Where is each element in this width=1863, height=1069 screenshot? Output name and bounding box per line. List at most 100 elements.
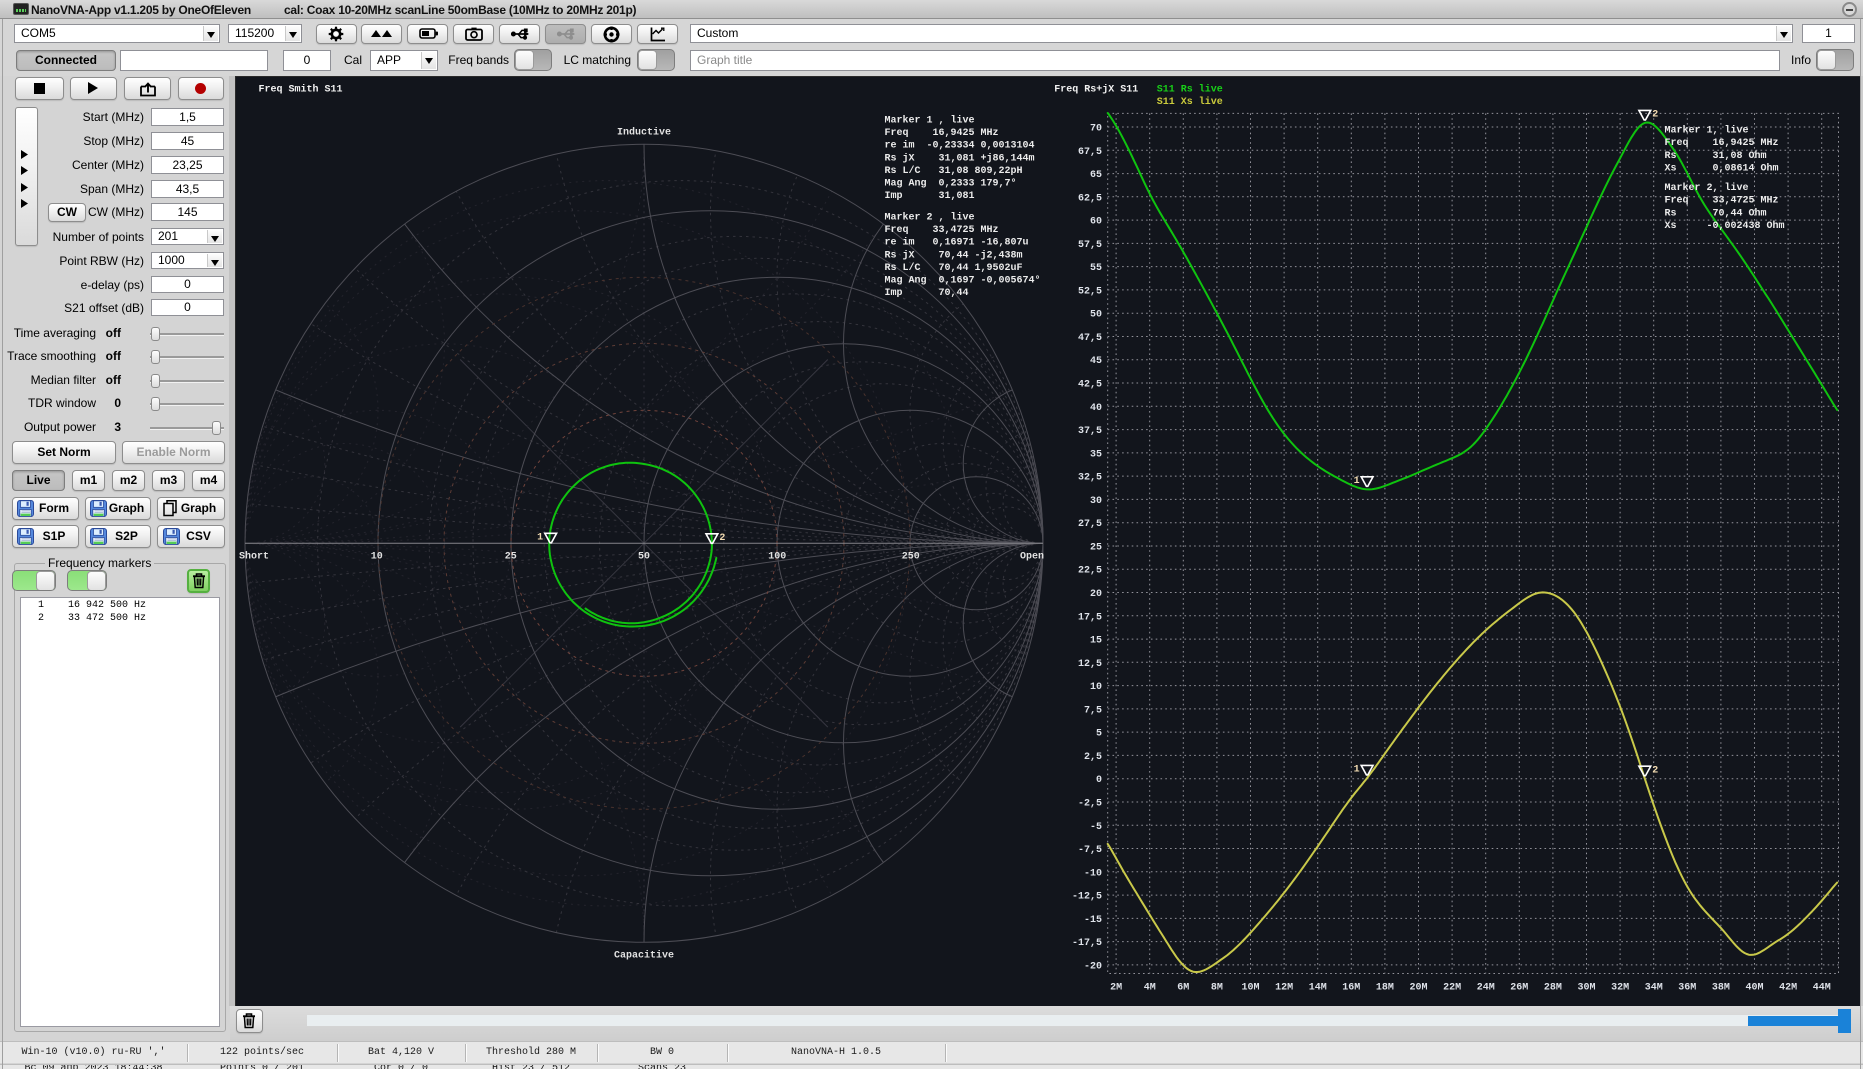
svg-text:32M: 32M [1611, 983, 1629, 994]
svg-text:14M: 14M [1309, 983, 1327, 994]
svg-text:50: 50 [1090, 310, 1102, 321]
svg-text:20: 20 [1090, 589, 1102, 600]
svg-text:47,5: 47,5 [1078, 333, 1102, 344]
svg-text:45: 45 [1090, 356, 1102, 367]
svg-text:12M: 12M [1275, 983, 1293, 994]
svg-text:42,5: 42,5 [1078, 380, 1102, 391]
svg-text:34M: 34M [1645, 983, 1663, 994]
svg-text:26M: 26M [1510, 983, 1528, 994]
svg-text:52,5: 52,5 [1078, 286, 1102, 297]
svg-text:25: 25 [1090, 543, 1102, 554]
svg-text:Marker 1, live: Marker 1, live [1665, 125, 1749, 137]
svg-text:2: 2 [1652, 766, 1658, 777]
svg-text:Marker 2, live: Marker 2, live [1665, 182, 1749, 194]
svg-text:30M: 30M [1577, 983, 1595, 994]
svg-text:10: 10 [1090, 682, 1102, 693]
svg-text:1: 1 [537, 533, 543, 544]
svg-text:Freq 33,4725 MHz: Freq 33,4725 MHz [1665, 196, 1779, 207]
svg-text:16M: 16M [1342, 983, 1360, 994]
svg-text:62,5: 62,5 [1078, 193, 1102, 204]
svg-text:28M: 28M [1544, 983, 1562, 994]
svg-text:35: 35 [1090, 449, 1102, 460]
svg-text:8M: 8M [1211, 983, 1223, 994]
svg-text:57,5: 57,5 [1078, 240, 1102, 251]
svg-text:6M: 6M [1177, 983, 1189, 994]
svg-text:Marker 2 , live: Marker 2 , live [885, 212, 975, 224]
svg-text:250: 250 [902, 552, 920, 563]
svg-text:Mag Ang 0,1697 -0,005674°: Mag Ang 0,1697 -0,005674° [885, 275, 1041, 287]
svg-text:1: 1 [1354, 476, 1360, 487]
svg-text:Inductive: Inductive [617, 127, 671, 139]
svg-text:65: 65 [1090, 170, 1102, 181]
svg-text:Freq Rs+jX S11: Freq Rs+jX S11 [1054, 84, 1138, 96]
svg-text:40: 40 [1090, 403, 1102, 414]
svg-text:Xs 0,08614 Ohm: Xs 0,08614 Ohm [1665, 163, 1779, 175]
svg-text:Rs L/C 70,44 1,9502uF: Rs L/C 70,44 1,9502uF [885, 262, 1023, 274]
svg-text:100: 100 [768, 552, 786, 563]
svg-text:Rs L/C 31,08 809,22pH: Rs L/C 31,08 809,22pH [885, 165, 1023, 177]
svg-text:Rs jX 31,081 +j86,144m: Rs jX 31,081 +j86,144m [885, 152, 1035, 164]
svg-text:Open: Open [1020, 552, 1044, 563]
svg-text:re im -0,23334 0,0013104: re im -0,23334 0,0013104 [885, 140, 1035, 152]
svg-text:60: 60 [1090, 217, 1102, 228]
svg-text:Mag Ang 0,2333 179,7°: Mag Ang 0,2333 179,7° [885, 178, 1017, 190]
svg-text:S11 Xs live: S11 Xs live [1157, 96, 1223, 108]
svg-text:18M: 18M [1376, 983, 1394, 994]
svg-text:32,5: 32,5 [1078, 473, 1102, 484]
svg-text:1: 1 [1354, 765, 1360, 776]
svg-text:Imp 70,44: Imp 70,44 [885, 288, 969, 299]
svg-text:Xs -0,002438 Ohm: Xs -0,002438 Ohm [1665, 220, 1785, 232]
svg-text:24M: 24M [1477, 983, 1495, 994]
svg-text:12,5: 12,5 [1078, 659, 1102, 670]
svg-text:67,5: 67,5 [1078, 147, 1102, 158]
svg-text:Freq Smith S11: Freq Smith S11 [259, 84, 343, 96]
svg-text:0: 0 [1096, 775, 1102, 786]
svg-text:40M: 40M [1745, 983, 1763, 994]
svg-text:-10: -10 [1084, 868, 1102, 879]
svg-text:re im 0,16971 -16,807u: re im 0,16971 -16,807u [885, 237, 1029, 249]
svg-text:-17,5: -17,5 [1072, 938, 1102, 949]
svg-text:Freq 33,4725 MHz: Freq 33,4725 MHz [885, 225, 999, 236]
svg-text:10: 10 [371, 552, 383, 563]
svg-text:30: 30 [1090, 496, 1102, 507]
svg-text:5: 5 [1096, 729, 1102, 740]
svg-text:42M: 42M [1779, 983, 1797, 994]
svg-text:-7,5: -7,5 [1078, 845, 1102, 856]
svg-text:17,5: 17,5 [1078, 612, 1102, 623]
svg-text:-5: -5 [1090, 822, 1102, 833]
svg-text:Rs 70,44 Ohm: Rs 70,44 Ohm [1665, 207, 1767, 219]
svg-text:-2,5: -2,5 [1078, 799, 1102, 810]
svg-text:-12,5: -12,5 [1072, 892, 1102, 903]
svg-text:36M: 36M [1678, 983, 1696, 994]
svg-text:Freq 16,9425 MHz: Freq 16,9425 MHz [885, 128, 999, 139]
svg-text:55: 55 [1090, 263, 1102, 274]
svg-text:10M: 10M [1241, 983, 1259, 994]
svg-text:44M: 44M [1813, 983, 1831, 994]
svg-text:2: 2 [719, 533, 725, 544]
svg-text:-20: -20 [1084, 961, 1102, 972]
svg-text:22M: 22M [1443, 983, 1461, 994]
svg-text:Rs jX 70,44 -j2,438m: Rs jX 70,44 -j2,438m [885, 249, 1023, 261]
svg-text:37,5: 37,5 [1078, 426, 1102, 437]
svg-text:7,5: 7,5 [1084, 705, 1102, 716]
svg-text:Imp 31,081: Imp 31,081 [885, 191, 975, 202]
svg-text:4M: 4M [1144, 983, 1156, 994]
svg-text:S11 Rs live: S11 Rs live [1157, 84, 1223, 96]
svg-text:-15: -15 [1084, 915, 1102, 926]
svg-text:22,5: 22,5 [1078, 566, 1102, 577]
svg-text:70: 70 [1090, 124, 1102, 135]
svg-text:Short: Short [239, 551, 269, 563]
svg-text:Marker 1 , live: Marker 1 , live [885, 115, 975, 127]
svg-text:15: 15 [1090, 636, 1102, 647]
svg-text:Freq 16,9425 MHz: Freq 16,9425 MHz [1665, 138, 1779, 149]
svg-text:Capacitive: Capacitive [614, 950, 674, 962]
svg-text:Rs 31,08 Ohm: Rs 31,08 Ohm [1665, 150, 1767, 162]
svg-text:2: 2 [1652, 110, 1658, 121]
svg-text:20M: 20M [1409, 983, 1427, 994]
svg-text:25: 25 [505, 552, 517, 563]
svg-text:2,5: 2,5 [1084, 752, 1102, 763]
svg-text:50: 50 [638, 552, 650, 563]
svg-text:2M: 2M [1110, 983, 1122, 994]
svg-text:27,5: 27,5 [1078, 519, 1102, 530]
svg-text:38M: 38M [1712, 983, 1730, 994]
